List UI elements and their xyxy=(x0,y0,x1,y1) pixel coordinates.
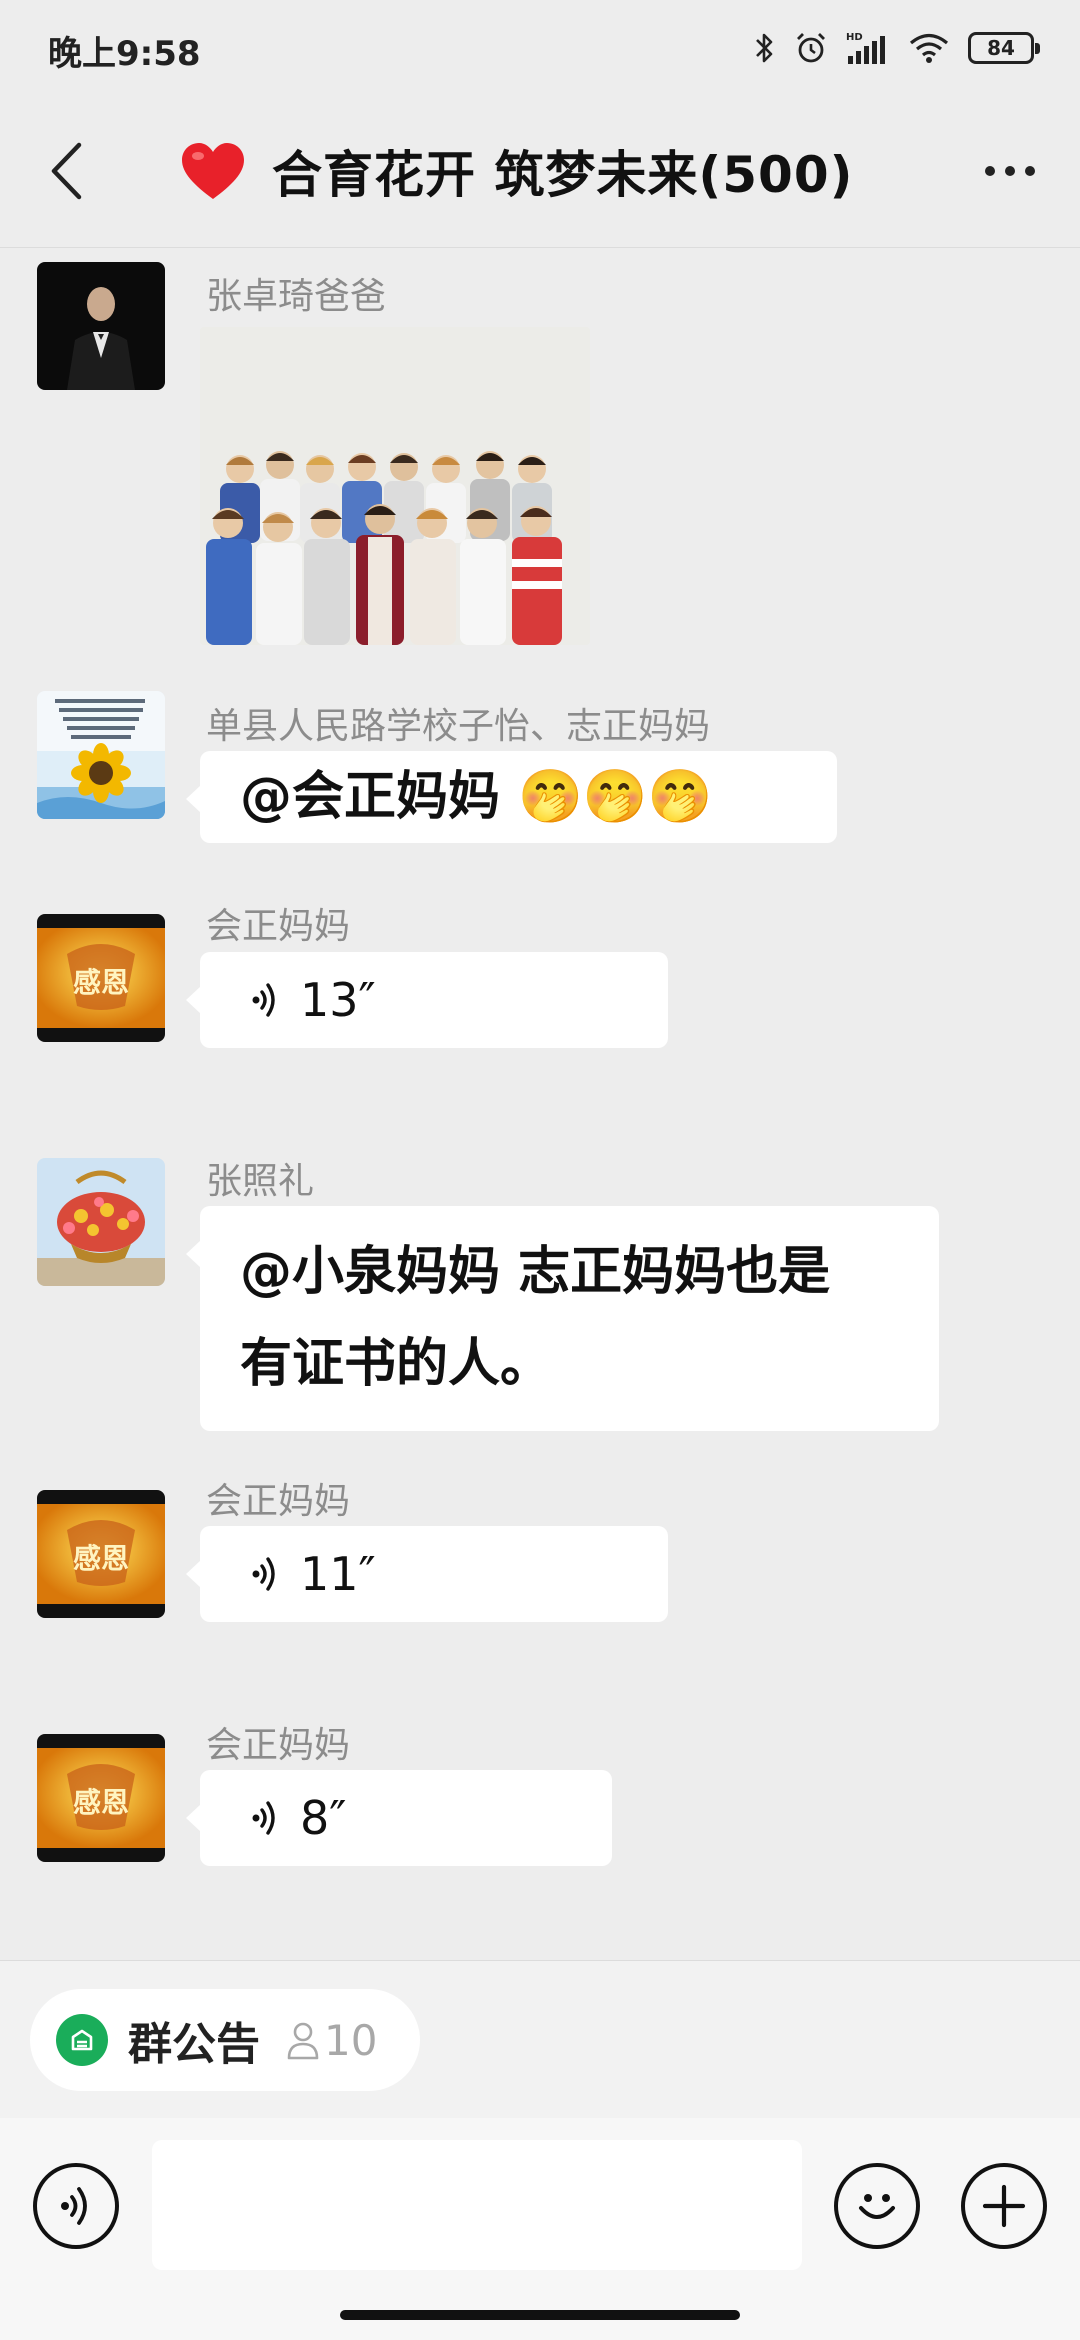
more-button[interactable] xyxy=(970,136,1050,206)
avatar[interactable] xyxy=(37,691,165,819)
plus-icon xyxy=(982,2184,1026,2228)
chat-header: 合育花开 筑梦未来(500) xyxy=(0,96,1080,248)
sender-name: 会正妈妈 xyxy=(206,1725,351,1766)
message-input[interactable] xyxy=(152,2140,802,2270)
sender-name: 会正妈妈 xyxy=(206,906,351,947)
svg-text:感恩: 感恩 xyxy=(73,966,129,999)
notice-count-value: 10 xyxy=(324,2015,378,2065)
chevron-left-icon xyxy=(51,142,82,200)
voice-duration: 13″ xyxy=(300,973,376,1027)
emoji-button[interactable] xyxy=(834,2163,920,2249)
chat-title-wrap[interactable]: 合育花开 筑梦未来(500) xyxy=(180,136,853,206)
voice-icon xyxy=(61,2187,87,2225)
sender-name: 单县人民路学校子怡、志正妈妈 xyxy=(206,706,711,747)
avatar[interactable]: 感恩 xyxy=(37,914,165,1042)
voice-wave-icon xyxy=(252,1801,275,1835)
svg-text:感恩: 感恩 xyxy=(73,1542,129,1575)
emoji-icon xyxy=(859,2194,895,2219)
voice-wave-icon xyxy=(252,983,275,1017)
avatar[interactable] xyxy=(37,262,165,390)
voice-bubble[interactable]: 8″ xyxy=(186,1770,612,1866)
heart-icon xyxy=(182,143,244,199)
avatar[interactable]: 感恩 xyxy=(37,1734,165,1862)
hd-signal-icon: HD xyxy=(846,32,885,64)
alarm-icon xyxy=(797,33,825,63)
sender-name: 张照礼 xyxy=(206,1161,315,1202)
home-indicator[interactable] xyxy=(340,2310,740,2320)
more-dots-icon xyxy=(985,166,995,176)
status-time: 晚上9:58 xyxy=(48,34,201,74)
text-bubble[interactable]: @会正妈妈 🤭🤭🤭 xyxy=(186,751,837,843)
message-text-line: @小泉妈妈 志正妈妈也是 xyxy=(240,1242,831,1302)
text-bubble[interactable]: @小泉妈妈 志正妈妈也是 有证书的人。 xyxy=(186,1206,939,1431)
avatar[interactable]: 感恩 xyxy=(37,1490,165,1618)
svg-text:HD: HD xyxy=(846,32,863,43)
notice-label: 群公告 xyxy=(128,2019,260,2070)
voice-duration: 11″ xyxy=(300,1547,376,1601)
sender-name: 会正妈妈 xyxy=(206,1481,351,1522)
svg-text:感恩: 感恩 xyxy=(73,1786,129,1819)
voice-bubble[interactable]: 11″ xyxy=(186,1526,668,1622)
status-bar: 晚上9:58 HD 84 xyxy=(0,0,1080,96)
battery-icon: 84 xyxy=(968,32,1040,64)
voice-button[interactable] xyxy=(33,2163,119,2249)
voice-bubble[interactable]: 13″ xyxy=(186,952,668,1048)
back-button[interactable] xyxy=(36,136,96,206)
image-message[interactable] xyxy=(200,327,590,645)
group-notice-button[interactable]: 群公告 10 xyxy=(30,1989,420,2091)
message-list[interactable]: 张卓琦爸爸 单县人民路学校子怡、志正妈妈 @会正妈妈 🤭🤭🤭 感恩 会正妈妈 1… xyxy=(0,249,1080,1959)
message-text: @会正妈妈 🤭🤭🤭 xyxy=(240,767,713,827)
bluetooth-icon xyxy=(756,33,773,63)
input-bar xyxy=(0,2118,1080,2340)
avatar[interactable] xyxy=(37,1158,165,1286)
notice-count: 10 xyxy=(286,2016,377,2065)
page-title: 合育花开 筑梦未来(500) xyxy=(272,146,854,204)
person-icon xyxy=(287,2022,319,2060)
voice-wave-icon xyxy=(252,1557,275,1591)
wifi-icon xyxy=(909,33,949,63)
voice-duration: 8″ xyxy=(300,1791,347,1845)
plus-button[interactable] xyxy=(961,2163,1047,2249)
notice-icon xyxy=(56,2014,108,2066)
sender-name: 张卓琦爸爸 xyxy=(206,276,387,317)
notice-bar: 群公告 10 xyxy=(0,1960,1080,2118)
message-text-line: 有证书的人。 xyxy=(240,1334,553,1394)
status-icons: HD 84 xyxy=(754,24,1040,72)
